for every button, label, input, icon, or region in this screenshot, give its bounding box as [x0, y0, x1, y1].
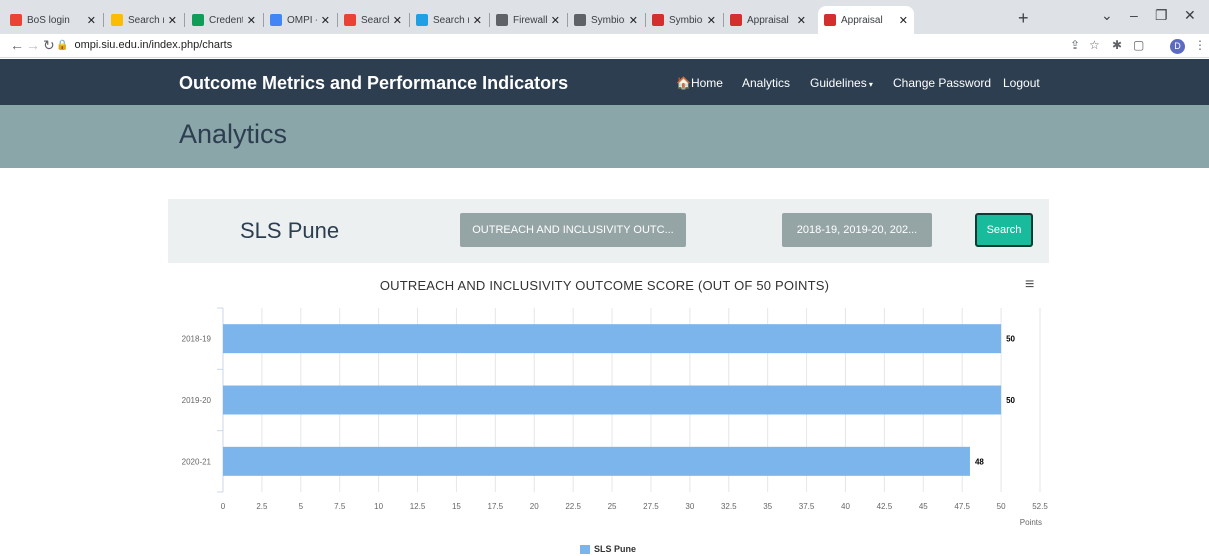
- x-tick-label: 22.5: [565, 502, 581, 511]
- x-axis-title: Points: [1020, 518, 1042, 527]
- x-tick-label: 15: [452, 502, 461, 511]
- x-tick-label: 35: [763, 502, 772, 511]
- x-tick-label: 5: [299, 502, 304, 511]
- x-tick-label: 50: [997, 502, 1006, 511]
- x-tick-label: 37.5: [799, 502, 815, 511]
- x-tick-label: 10: [374, 502, 383, 511]
- legend-swatch: [580, 544, 590, 554]
- x-tick-label: 2.5: [256, 502, 268, 511]
- y-category-label: 2020-21: [182, 457, 212, 466]
- x-tick-label: 17.5: [488, 502, 504, 511]
- x-tick-label: 25: [608, 502, 617, 511]
- x-tick-label: 20: [530, 502, 539, 511]
- x-tick-label: 47.5: [954, 502, 970, 511]
- x-tick-label: 32.5: [721, 502, 737, 511]
- bar-data-label: 48: [975, 457, 984, 466]
- chart-legend[interactable]: SLS Pune: [580, 544, 636, 554]
- x-tick-label: 45: [919, 502, 928, 511]
- x-tick-label: 12.5: [410, 502, 426, 511]
- bar-chart: 0 2.5 5 7.5 10 12.5 15 17.5 20 22.5 25 27.5 30 32.5 35…: [182, 307, 1048, 527]
- y-category-label: 2018-19: [182, 335, 212, 344]
- x-tick-label: 7.5: [334, 502, 346, 511]
- x-tick-label: 40: [841, 502, 850, 511]
- bar-data-label: 50: [1006, 335, 1015, 344]
- bar: [223, 446, 970, 476]
- x-tick-label: 52.5: [1032, 502, 1048, 511]
- x-tick-label: 0: [221, 502, 226, 511]
- y-category-label: 2019-20: [182, 396, 212, 405]
- x-tick-label: 42.5: [877, 502, 893, 511]
- bar: [223, 324, 1002, 354]
- legend-label: SLS Pune: [594, 544, 637, 554]
- x-tick-label: 30: [685, 502, 694, 511]
- bar: [223, 385, 1002, 415]
- bar-data-label: 50: [1006, 396, 1015, 405]
- x-tick-label: 27.5: [643, 502, 659, 511]
